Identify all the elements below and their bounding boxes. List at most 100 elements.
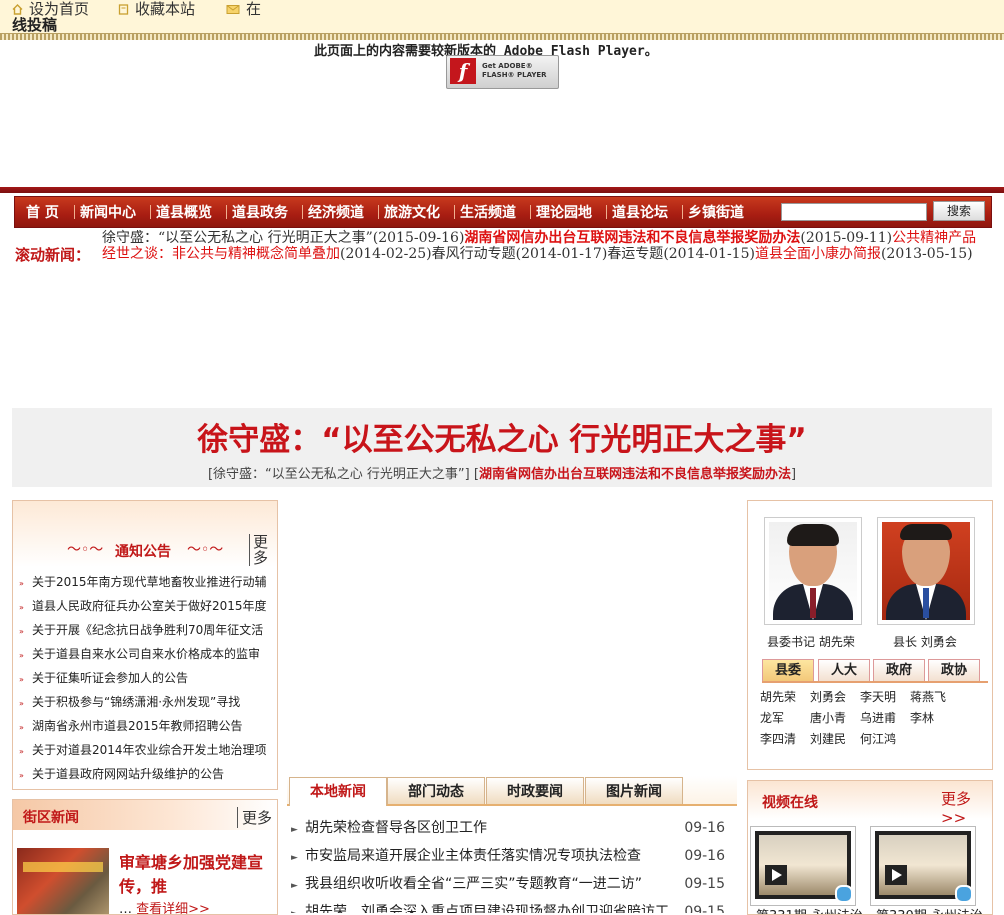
get-flash-button[interactable]: f Get ADOBE® FLASH® PLAYER	[446, 55, 559, 89]
headline-block: 徐守盛：“以至公无私之心 行光明正大之事” [徐守盛：“以至公无私之心 行光明正…	[12, 408, 992, 487]
list-item[interactable]: » 关于道县政府网网站升级维护的公告	[19, 766, 273, 790]
leader-photo[interactable]	[764, 517, 862, 625]
list-item[interactable]: » 湖南省永州市道县2015年教师招聘公告	[19, 718, 273, 742]
leader-name[interactable]: 何江鸿	[860, 729, 910, 750]
notice-more-link[interactable]: 更多	[249, 534, 275, 566]
nav-overview[interactable]: 道县概览	[156, 202, 212, 222]
nav-news-center[interactable]: 新闻中心	[80, 202, 136, 222]
video-thumbnail[interactable]	[870, 826, 976, 906]
headline-title[interactable]: 徐守盛：“以至公无私之心 行光明正大之事”	[12, 414, 992, 459]
scroll-link-5[interactable]: 春运专题	[607, 246, 663, 262]
nav-separator	[74, 205, 75, 219]
video-more-link[interactable]: 更多>>	[941, 788, 992, 827]
headline-sub-left[interactable]: [徐守盛：“以至公无私之心 行光明正大之事”]	[208, 467, 470, 482]
headline-sub-right[interactable]: 湖南省网信办出台互联网违法和不良信息举报奖励办法	[479, 467, 791, 482]
tab-cppcc[interactable]: 政协	[928, 659, 980, 681]
leader-photo[interactable]	[877, 517, 975, 625]
list-item[interactable]: » 关于征集听证会参加人的公告	[19, 670, 273, 694]
arrow-icon: ►	[291, 881, 298, 891]
scrolling-news: 滚动新闻： 徐守盛：“以至公无私之心 行光明正大之事”(2015-09-16)湖…	[12, 230, 992, 276]
scroll-link-6[interactable]: 道县全面小康办简报	[755, 246, 881, 262]
tab-political-news[interactable]: 时政要闻	[486, 777, 584, 804]
list-item[interactable]: » 关于开展《纪念抗日战争胜利70周年征文活	[19, 622, 273, 646]
news-item-date: 09-15	[684, 904, 725, 913]
scroll-link-4[interactable]: 春风行动专题	[432, 246, 516, 262]
scroll-date-4: (2014-01-17)	[515, 246, 608, 262]
street-news-more-link[interactable]: 更多	[237, 807, 272, 828]
tab-government[interactable]: 政府	[873, 659, 925, 681]
notice-item-text: 关于开展《纪念抗日战争胜利70周年征文活	[32, 623, 264, 637]
list-item[interactable]: » 关于对道县2014年农业综合开发土地治理项	[19, 742, 273, 766]
submit-link[interactable]: 在	[226, 0, 261, 19]
nav-tourism[interactable]: 旅游文化	[384, 202, 440, 222]
flash-banner: 此页面上的内容需要较新版本的 Adobe Flash Player。 f Get…	[0, 40, 1004, 190]
tab-department-news[interactable]: 部门动态	[387, 777, 485, 804]
scroll-link-1[interactable]: 徐守盛：“以至公无私之心 行光明正大之事”	[102, 230, 373, 246]
news-item-date: 09-16	[684, 848, 725, 864]
leader-name[interactable]: 刘勇会	[810, 687, 860, 708]
leader-name[interactable]: 龙军	[760, 708, 810, 729]
scroll-date-1: (2015-09-16)	[372, 230, 465, 246]
scroll-date-2: (2015-09-11)	[800, 230, 893, 246]
list-item[interactable]: ► 我县组织收听收看全省“三严三实”专题教育“一进二访” 09-15	[291, 870, 733, 898]
nav-economy[interactable]: 经济频道	[308, 202, 364, 222]
search-input[interactable]	[781, 203, 927, 221]
nav-theory[interactable]: 理论园地	[536, 202, 592, 222]
list-item[interactable]: ► 市安监局来道开展企业主体责任落实情况专项执法检查 09-16	[291, 842, 733, 870]
scroll-link-2[interactable]: 湖南省网信办出台互联网违法和不良信息举报奖励办法	[464, 230, 800, 246]
news-tabs-panel: 本地新闻 部门动态 时政要闻 图片新闻 ► 胡先荣检查督导各区创卫工作 09-16 …	[287, 776, 737, 913]
news-item-date: 09-15	[684, 876, 725, 892]
nav-separator	[302, 205, 303, 219]
leader-name[interactable]: 蒋燕飞	[910, 687, 960, 708]
leader-name[interactable]: 李四清	[760, 729, 810, 750]
nav-government[interactable]: 道县政务	[232, 202, 288, 222]
video-label[interactable]: 第330期 永州法治	[876, 905, 983, 914]
street-news-headline[interactable]: 审章塘乡加强党建宣传，推	[119, 851, 275, 899]
tab-local-news[interactable]: 本地新闻	[289, 777, 387, 806]
video-thumbnail[interactable]	[750, 826, 856, 906]
leader-name[interactable]: 唐小青	[810, 708, 860, 729]
arrow-icon: »	[19, 723, 24, 732]
list-item[interactable]: » 关于2015年南方现代草地畜牧业推进行动辅	[19, 574, 273, 598]
scrolling-news-text: 徐守盛：“以至公无私之心 行光明正大之事”(2015-09-16)湖南省网信办出…	[102, 230, 987, 262]
search-button[interactable]: 搜索	[933, 201, 985, 221]
submit-label-suffix[interactable]: 线投稿	[12, 14, 57, 35]
scroll-date-3: (2014-02-25)	[340, 246, 432, 262]
list-item[interactable]: ► 胡先荣检查督导各区创卫工作 09-16	[291, 814, 733, 842]
list-item[interactable]: » 道县人民政府征兵办公室关于做好2015年度	[19, 598, 273, 622]
leader-name[interactable]: 胡先荣	[760, 687, 810, 708]
video-label[interactable]: 第331期 永州法治	[756, 905, 863, 914]
street-news-desc: … 查看详细>>	[119, 898, 210, 914]
news-tab-bar: 本地新闻 部门动态 时政要闻 图片新闻	[287, 776, 737, 806]
leader-name[interactable]: 李林	[910, 708, 960, 729]
tab-photo-news[interactable]: 图片新闻	[585, 777, 683, 804]
tab-county-committee[interactable]: 县委	[762, 659, 814, 681]
list-item[interactable]: ►胡先荣、刘勇会深入重点项目建设现场督办创卫迎省暗访工 09-15	[291, 898, 733, 913]
bookmark-label: 收藏本站	[135, 0, 196, 18]
video-title: 视频在线	[762, 795, 818, 811]
nav-separator	[530, 205, 531, 219]
street-news-image[interactable]	[17, 848, 109, 914]
arrow-icon: »	[19, 771, 24, 780]
nav-life[interactable]: 生活频道	[460, 202, 516, 222]
notice-item-text: 道县人民政府征兵办公室关于做好2015年度	[32, 599, 267, 613]
nav-home[interactable]: 首 页	[26, 202, 59, 222]
list-item[interactable]: » 关于积极参与“锦绣潇湘·永州发现”寻找	[19, 694, 273, 718]
notice-list: » 关于2015年南方现代草地畜牧业推进行动辅 » 道县人民政府征兵办公室关于做好2…	[19, 574, 273, 790]
nav-forum[interactable]: 道县论坛	[612, 202, 668, 222]
nav-towns[interactable]: 乡镇街道	[688, 202, 744, 222]
top-bar: 设为首页 收藏本站 在 线投稿	[0, 0, 1004, 42]
notice-item-text: 关于道县政府网网站升级维护的公告	[32, 767, 225, 781]
ornament-icon: 〜◦〜	[187, 542, 224, 558]
bookmark-link[interactable]: 收藏本站	[118, 0, 195, 19]
tab-peoples-congress[interactable]: 人大	[818, 659, 870, 681]
leader-name[interactable]: 李天明	[860, 687, 910, 708]
view-detail-link[interactable]: 查看详细>>	[136, 902, 210, 914]
notice-item-text: 湖南省永州市道县2015年教师招聘公告	[32, 719, 243, 733]
list-item[interactable]: » 关于道县自来水公司自来水价格成本的监审	[19, 646, 273, 670]
bookmark-icon	[118, 1, 129, 15]
notice-item-text: 关于征集听证会参加人的公告	[32, 671, 189, 685]
news-item-title: 胡先荣检查督导各区创卫工作	[305, 820, 487, 836]
leader-name[interactable]: 乌进甫	[860, 708, 910, 729]
leader-name[interactable]: 刘建民	[810, 729, 860, 750]
